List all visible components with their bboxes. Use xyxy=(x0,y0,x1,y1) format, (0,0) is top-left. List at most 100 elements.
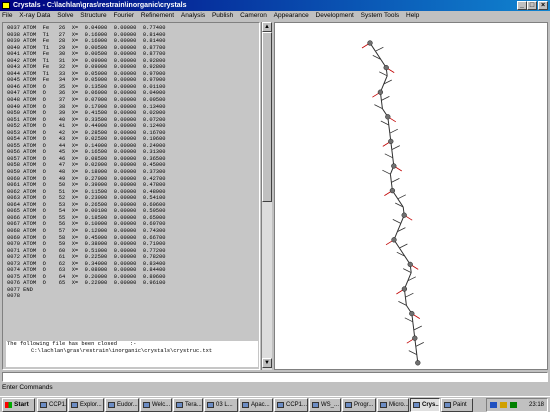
text-line: 0074 ATOM O 63 X= 0.08000 0.00000 0.8440… xyxy=(7,267,166,274)
speaker-icon[interactable] xyxy=(500,402,507,408)
atom[interactable] xyxy=(409,310,415,317)
taskbar-item[interactable]: Apac... xyxy=(239,398,273,412)
text-line: 0048 ATOM O 37 X= 0.07000 0.00000 0.0950… xyxy=(7,97,166,104)
taskbar-item-label: Explor... xyxy=(80,402,102,408)
text-line: 0078 xyxy=(7,293,20,300)
menu-publish[interactable]: Publish xyxy=(210,12,235,19)
atom[interactable] xyxy=(401,286,408,292)
atom[interactable] xyxy=(377,89,384,95)
taskbar-item-label: WS_... xyxy=(321,402,340,408)
bond xyxy=(389,174,392,183)
bond xyxy=(380,100,383,109)
clock[interactable]: 23:18 xyxy=(529,402,544,408)
taskbar-item[interactable]: WS_... xyxy=(309,398,341,412)
text-output-pane[interactable]: 0037 ATOM Fe 26 X= 0.04000 0.00000 0.774… xyxy=(2,22,260,370)
text-scrollbar[interactable]: ▲ ▼ xyxy=(261,22,272,370)
bond xyxy=(384,153,393,159)
taskbar-item[interactable]: Progr... xyxy=(342,398,376,412)
menu-bar: File X-ray Data Solve Structure Fourier … xyxy=(0,11,550,21)
menu-structure[interactable]: Structure xyxy=(78,12,108,19)
bond xyxy=(404,317,413,323)
bond xyxy=(397,194,406,200)
menu-refinement[interactable]: Refinement xyxy=(139,12,176,19)
maximize-button[interactable]: □ xyxy=(527,1,537,10)
taskbar-item[interactable]: CCP1... xyxy=(37,398,67,412)
bond xyxy=(404,297,407,306)
scroll-up-button[interactable]: ▲ xyxy=(262,22,272,32)
taskbar-item[interactable]: 03 L... xyxy=(204,398,238,412)
taskbar-item[interactable]: Explor... xyxy=(68,398,104,412)
text-line: 0037 ATOM Fe 26 X= 0.04000 0.00000 0.774… xyxy=(7,25,166,31)
bond xyxy=(388,124,391,134)
menu-help[interactable]: Help xyxy=(404,12,421,19)
app-icon xyxy=(380,402,387,408)
taskbar-item-label: Tera... xyxy=(185,402,202,408)
taskbar-item-label: 03 L... xyxy=(216,402,233,408)
app-icon xyxy=(277,402,284,408)
bond xyxy=(399,243,408,249)
app-icon[interactable] xyxy=(2,2,10,9)
taskbar-item[interactable]: CCP1... xyxy=(274,398,308,412)
atom[interactable] xyxy=(415,360,421,366)
bond xyxy=(374,104,383,109)
windows-logo-icon xyxy=(5,402,12,408)
bond xyxy=(403,268,412,273)
atom[interactable] xyxy=(367,40,373,46)
taskbar-item[interactable]: Micro... xyxy=(377,398,409,412)
atom[interactable] xyxy=(388,138,394,145)
app-icon xyxy=(207,402,214,408)
taskbar-item[interactable]: Tera... xyxy=(173,398,203,412)
bond xyxy=(391,145,400,150)
atom[interactable] xyxy=(391,237,397,243)
minimize-button[interactable]: _ xyxy=(517,1,527,10)
menu-xray-data[interactable]: X-ray Data xyxy=(17,12,52,19)
text-line: 0067 ATOM O 56 X= 0.10000 0.00000 0.6970… xyxy=(7,221,166,228)
text-line: 0043 ATOM Fe 32 X= 0.09000 0.00000 0.928… xyxy=(7,64,166,71)
atom[interactable] xyxy=(389,187,396,194)
close-button[interactable]: × xyxy=(538,1,548,10)
scroll-thumb[interactable] xyxy=(262,32,272,202)
atom[interactable] xyxy=(407,261,413,268)
atom[interactable] xyxy=(401,212,407,218)
menu-development[interactable]: Development xyxy=(314,12,356,19)
atom[interactable] xyxy=(412,335,418,341)
menu-analysis[interactable]: Analysis xyxy=(179,12,207,19)
closed-message-line2: C:\lachlan\gras\restrain\inorganic\cryst… xyxy=(31,347,213,354)
menu-file[interactable]: File xyxy=(0,12,14,19)
scroll-down-button[interactable]: ▼ xyxy=(262,358,272,368)
text-line: 0068 ATOM O 57 X= 0.12000 0.00000 0.7430… xyxy=(7,227,166,234)
command-input[interactable] xyxy=(2,372,548,382)
atom[interactable] xyxy=(383,64,389,71)
taskbar-item-label: Welc... xyxy=(152,402,171,408)
structure-view[interactable] xyxy=(274,22,548,370)
bond xyxy=(380,120,389,126)
text-line: 0076 ATOM O 65 X= 0.22000 0.00000 0.9610… xyxy=(7,280,166,287)
start-button[interactable]: Start xyxy=(2,398,35,412)
bond xyxy=(412,321,415,331)
bond xyxy=(391,149,394,158)
text-line: 0052 ATOM O 41 X= 0.44000 0.00000 0.1240… xyxy=(7,123,166,130)
text-line: 0065 ATOM O 54 X= 0.00100 0.00000 0.5950… xyxy=(7,208,166,215)
taskbar-item-label: Progr... xyxy=(354,402,374,408)
menu-cameron[interactable]: Cameron xyxy=(238,12,269,19)
title-bar[interactable]: Crystals - C:\lachlan\gras\restrain\inor… xyxy=(0,0,550,11)
menu-solve[interactable]: Solve xyxy=(55,12,75,19)
menu-fourier[interactable]: Fourier xyxy=(111,12,136,19)
file-closed-message: The following file has been closed :- C:… xyxy=(6,341,258,367)
monitor-icon[interactable] xyxy=(510,402,517,408)
closed-message-line1: The following file has been closed :- xyxy=(7,341,137,347)
taskbar-item[interactable]: Crys... xyxy=(410,398,440,412)
atom[interactable] xyxy=(391,163,397,169)
taskbar-item[interactable]: Eudor... xyxy=(105,398,139,412)
app-icon xyxy=(176,402,183,408)
text-line: 0070 ATOM O 59 X= 0.38000 0.00000 0.7190… xyxy=(7,241,166,248)
taskbar-item-label: CCP1... xyxy=(286,402,308,408)
menu-appearance[interactable]: Appearance xyxy=(272,12,311,19)
network-icon[interactable] xyxy=(490,402,497,408)
menu-system-tools[interactable]: System Tools xyxy=(359,12,402,19)
atom[interactable] xyxy=(385,114,391,120)
taskbar-item-label: Eudor... xyxy=(117,402,138,408)
taskbar-item[interactable]: Paint xyxy=(441,398,473,412)
text-line: 0041 ATOM Fe 30 X= 0.00500 0.00000 0.877… xyxy=(7,51,166,58)
taskbar-item[interactable]: Welc... xyxy=(140,398,172,412)
